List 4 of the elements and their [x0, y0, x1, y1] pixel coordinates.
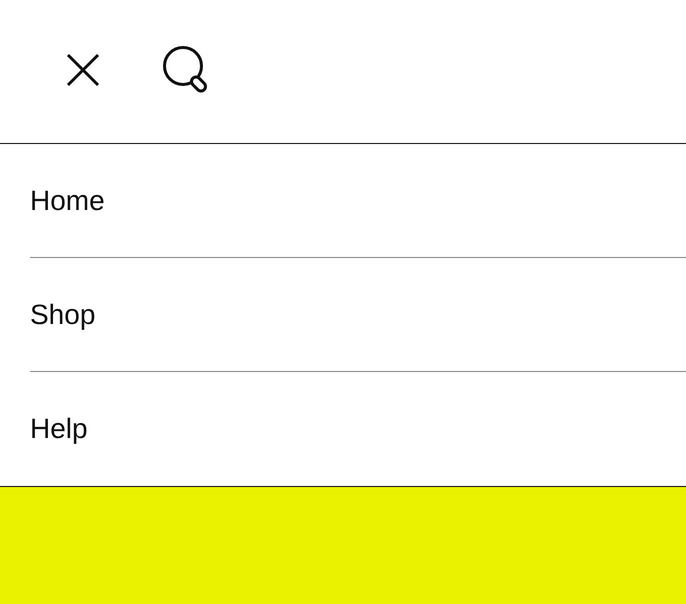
menu-link[interactable]: Shop: [30, 300, 96, 328]
close-button[interactable]: [66, 52, 100, 86]
menu-link[interactable]: Home: [30, 186, 105, 214]
menu-link[interactable]: Help: [30, 415, 88, 443]
